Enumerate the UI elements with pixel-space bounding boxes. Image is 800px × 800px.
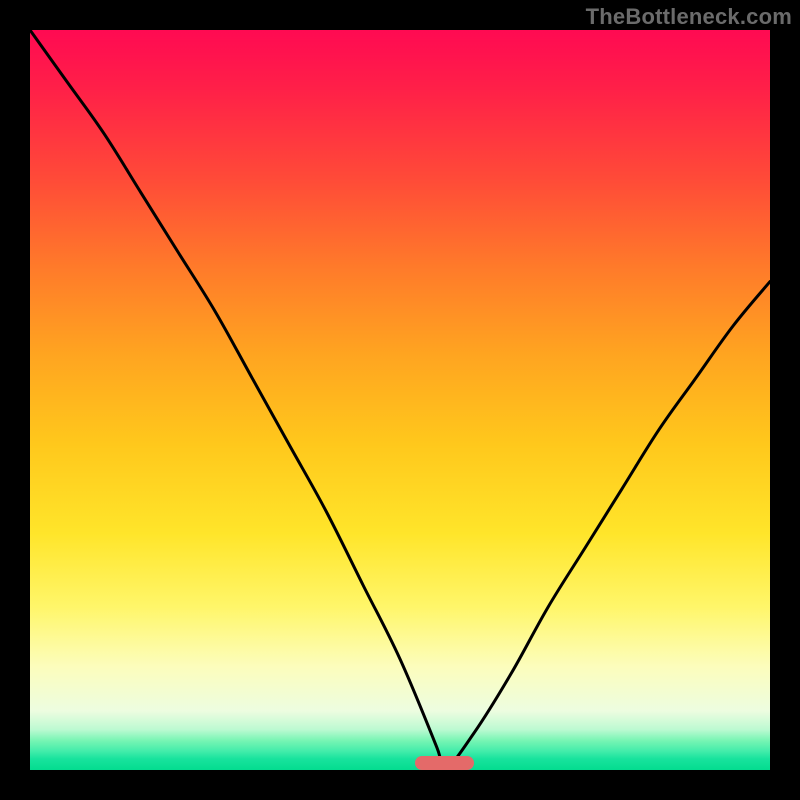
bottleneck-curve-line (30, 30, 770, 770)
curve-layer (30, 30, 770, 770)
optimal-range-marker (415, 756, 474, 770)
plot-area (30, 30, 770, 770)
chart-frame: TheBottleneck.com (0, 0, 800, 800)
watermark-text: TheBottleneck.com (586, 4, 792, 30)
